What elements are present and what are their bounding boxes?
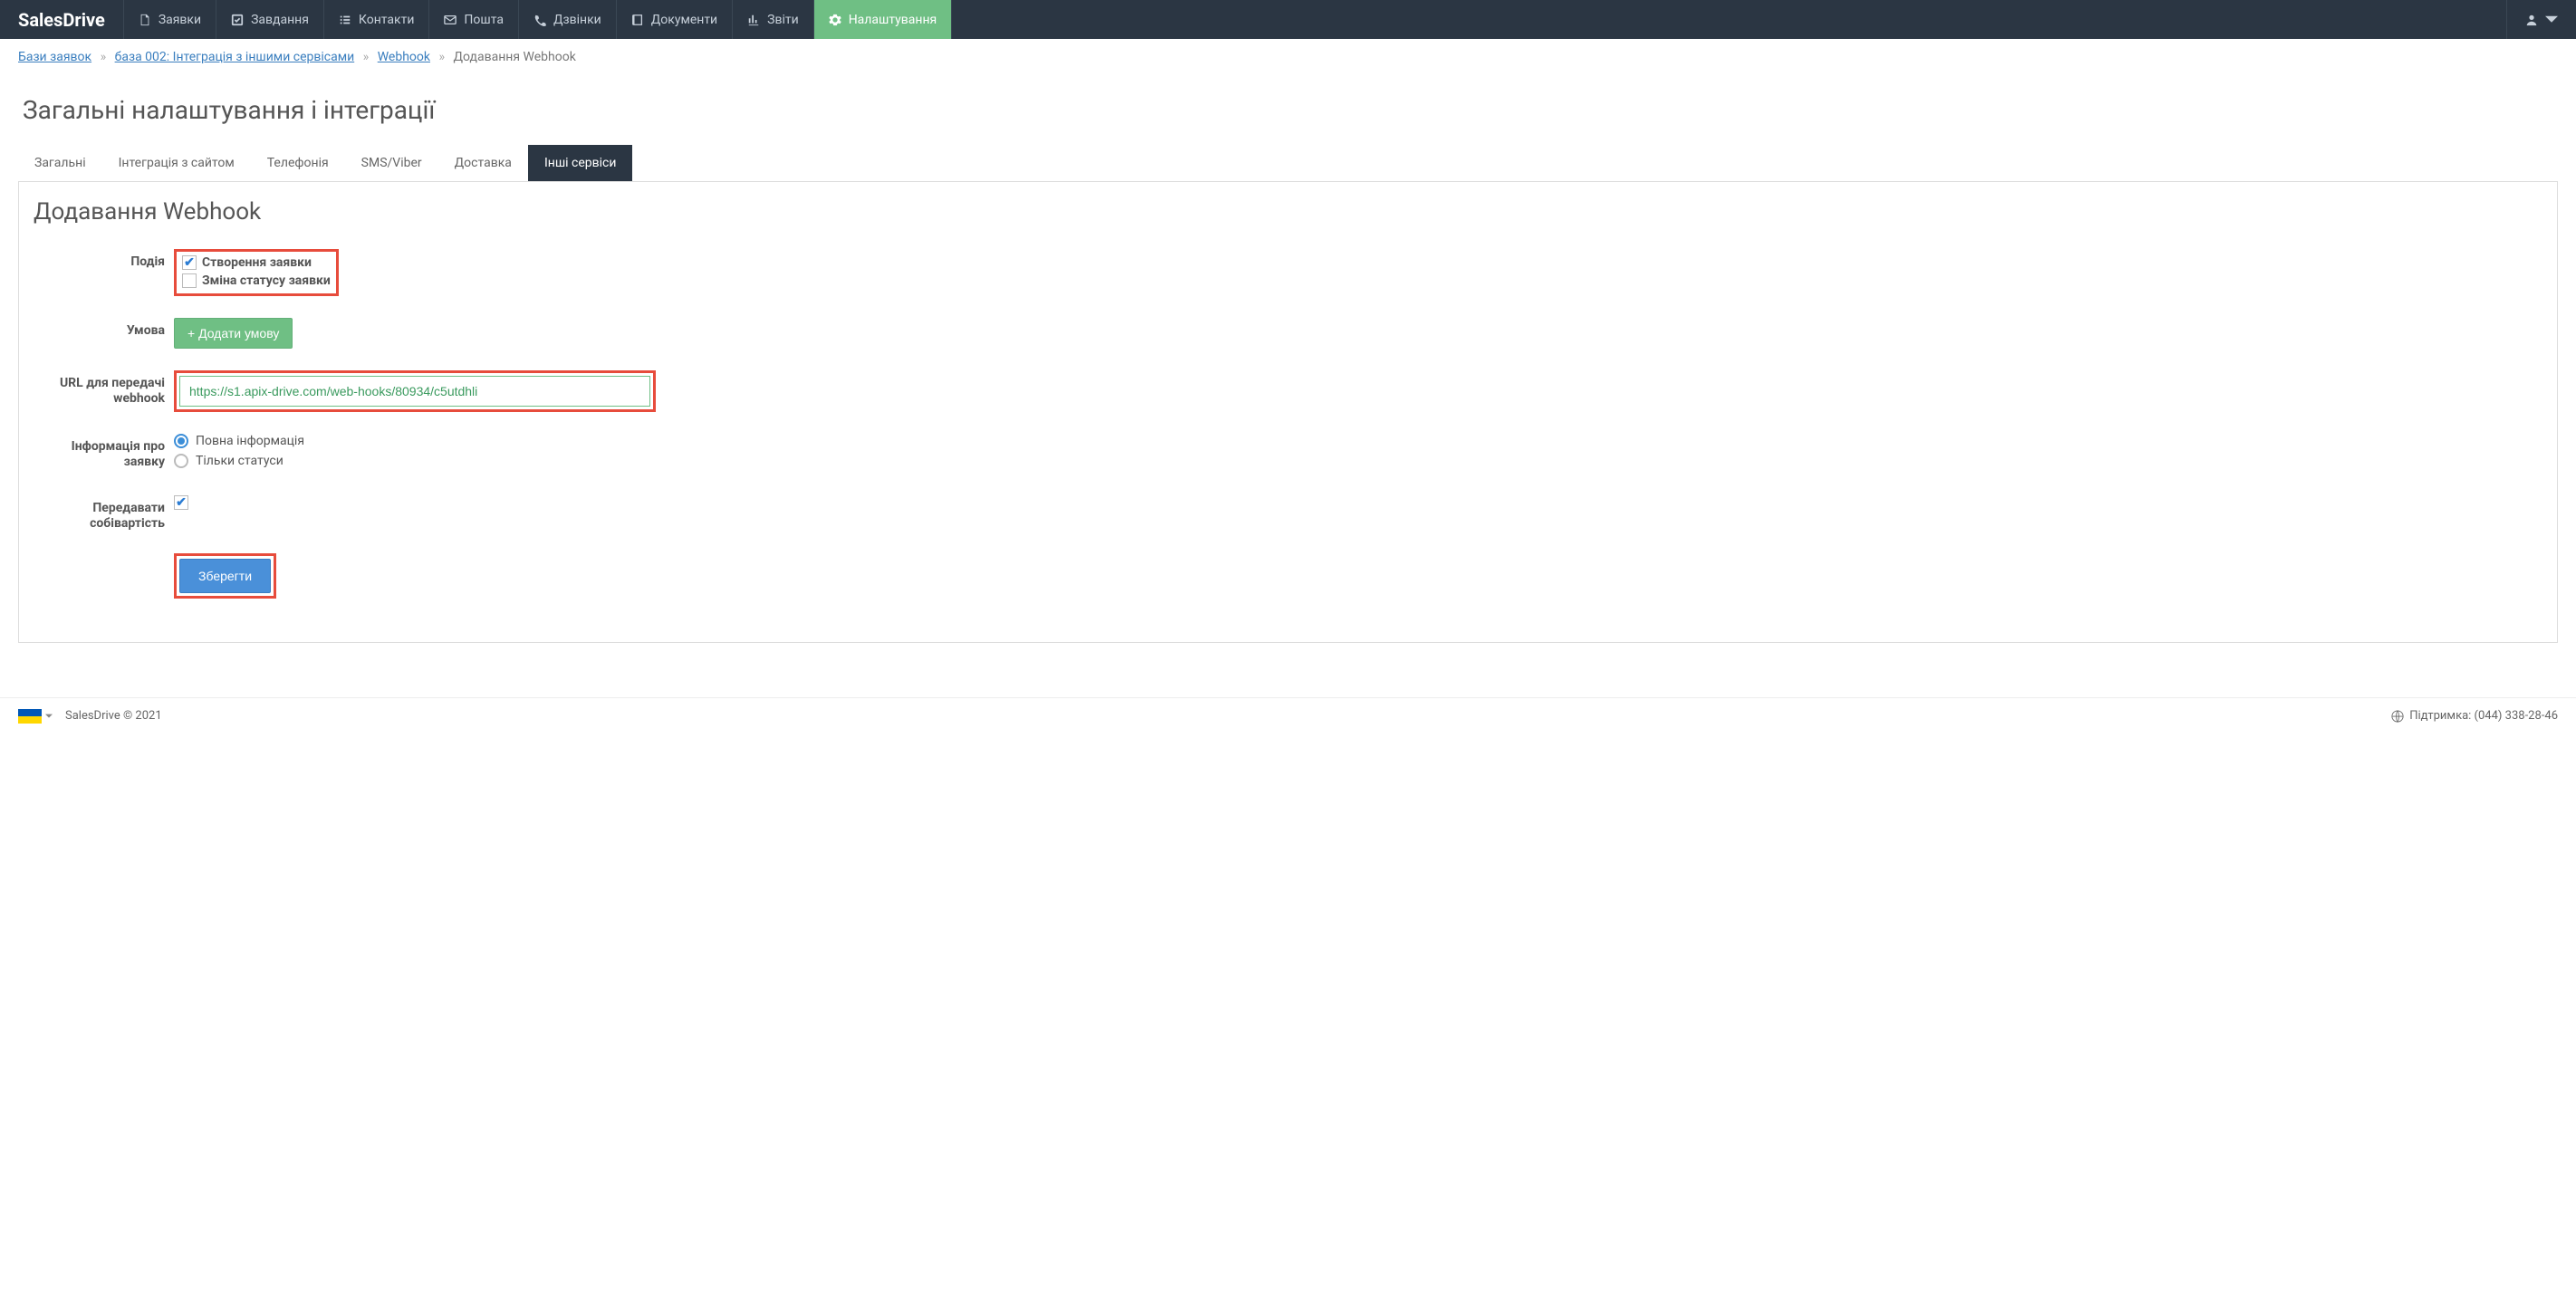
label-event: Подія [34, 249, 174, 270]
list-icon [339, 14, 351, 26]
nav-spacer [951, 0, 2506, 39]
section-title: Додавання Webhook [34, 198, 2542, 225]
checkbox-send-cost[interactable] [174, 495, 188, 510]
document-icon [139, 14, 151, 26]
label-info: Інформація про заявку [34, 434, 174, 470]
tabs: Загальні Інтеграція з сайтом Телефонія S… [18, 145, 2558, 181]
phone-icon [533, 14, 546, 26]
breadcrumb: Бази заявок » база 002: Інтеграція з інш… [0, 39, 2576, 75]
tab-sms-viber[interactable]: SMS/Viber [345, 145, 438, 181]
check-icon [231, 14, 244, 26]
user-menu[interactable] [2506, 0, 2576, 39]
radio-full-info[interactable] [174, 434, 188, 448]
nav-label: Звіти [767, 13, 799, 27]
highlight-events: Створення заявки Зміна статусу заявки [174, 249, 339, 296]
tab-delivery[interactable]: Доставка [438, 145, 528, 181]
breadcrumb-link[interactable]: Webhook [378, 50, 430, 64]
support-text: Підтримка: (044) 338-28-46 [2409, 709, 2558, 723]
tab-telephony[interactable]: Телефонія [251, 145, 345, 181]
caret-down-icon [2545, 14, 2558, 26]
checkbox-create-order[interactable] [182, 255, 197, 270]
breadcrumb-sep: » [101, 50, 107, 64]
label-condition: Умова [34, 318, 174, 339]
nav-label: Документи [651, 13, 717, 27]
breadcrumb-link[interactable]: Бази заявок [18, 50, 91, 64]
highlight-save: Зберегти [174, 553, 276, 599]
breadcrumb-sep: » [363, 50, 370, 64]
nav-label: Дзвінки [553, 13, 601, 27]
radio-label: Тільки статуси [196, 454, 284, 468]
chevron-down-icon [45, 713, 53, 720]
label-cost: Передавати собівартість [34, 495, 174, 532]
nav-label: Налаштування [849, 13, 937, 27]
tab-site-integration[interactable]: Інтеграція з сайтом [102, 145, 251, 181]
chart-icon [747, 14, 760, 26]
nav-item-mail[interactable]: Пошта [428, 0, 518, 39]
mail-icon [444, 14, 457, 26]
tab-other-services[interactable]: Інші сервіси [528, 145, 633, 181]
breadcrumb-current: Додавання Webhook [454, 50, 576, 64]
url-input[interactable] [179, 376, 650, 407]
nav-item-documents[interactable]: Документи [616, 0, 732, 39]
page-title: Загальні налаштування і інтеграції [18, 95, 2558, 125]
flag-ukraine-icon [18, 709, 42, 724]
checkbox-label: Створення заявки [202, 255, 312, 270]
nav-label: Пошта [464, 13, 504, 27]
highlight-url [174, 370, 656, 412]
footer: SalesDrive © 2021 Підтримка: (044) 338-2… [0, 697, 2576, 734]
user-icon [2525, 14, 2538, 26]
breadcrumb-link[interactable]: база 002: Інтеграція з іншими сервісами [115, 50, 355, 64]
add-condition-button[interactable]: + Додати умову [174, 318, 293, 349]
radio-status-only[interactable] [174, 454, 188, 468]
gear-icon [829, 14, 841, 26]
language-selector[interactable] [18, 709, 53, 724]
nav-item-orders[interactable]: Заявки [123, 0, 216, 39]
copyright-text: SalesDrive © 2021 [65, 709, 162, 723]
nav-item-tasks[interactable]: Завдання [216, 0, 323, 39]
globe-icon [2391, 710, 2404, 723]
brand-logo: SalesDrive [0, 0, 123, 39]
checkbox-status-change[interactable] [182, 273, 197, 288]
nav-item-settings[interactable]: Налаштування [813, 0, 952, 39]
tab-general[interactable]: Загальні [18, 145, 102, 181]
label-empty [34, 553, 174, 559]
top-navigation: SalesDrive Заявки Завдання Контакти Пошт… [0, 0, 2576, 39]
nav-label: Контакти [359, 13, 415, 27]
label-url: URL для передачі webhook [34, 370, 174, 407]
nav-label: Заявки [159, 13, 201, 27]
save-button[interactable]: Зберегти [179, 559, 271, 593]
checkbox-label: Зміна статусу заявки [202, 273, 331, 288]
nav-item-calls[interactable]: Дзвінки [518, 0, 616, 39]
book-icon [631, 14, 644, 26]
breadcrumb-sep: » [438, 50, 445, 64]
nav-item-contacts[interactable]: Контакти [323, 0, 429, 39]
content-box: Додавання Webhook Подія Створення заявки… [18, 181, 2558, 643]
nav-label: Завдання [251, 13, 309, 27]
radio-label: Повна інформація [196, 434, 304, 448]
nav-item-reports[interactable]: Звіти [732, 0, 813, 39]
